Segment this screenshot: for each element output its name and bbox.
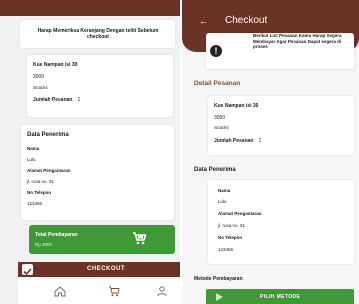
order-item-card: Kue Nampan isi 30 3000 Snacks Jumlah Pes…	[208, 96, 354, 155]
order-item-name: Kue Nampan isi 30	[214, 103, 259, 109]
bottom-nav	[18, 279, 180, 304]
alert-text: Berikut List Pesanan Kamu Harap Segera M…	[253, 33, 342, 49]
checkout-bar[interactable]: CHECKOUT	[18, 262, 180, 277]
recipient-name: Lulu	[27, 157, 36, 162]
cart-icon	[132, 232, 147, 250]
total-payment-card: Total Pembayaran Rp 3000	[29, 225, 175, 254]
warning-icon: !	[210, 45, 222, 57]
detail-title: Detail Pesanan	[194, 80, 241, 87]
order-address-label: Alamat Pengantaran	[218, 211, 262, 216]
payment-title: Metode Pembayaran	[194, 276, 243, 282]
item-price: 3000	[33, 74, 45, 80]
select-all-checkbox[interactable]	[22, 264, 33, 276]
checkout-screen: ← Checkout ! Berikut List Pesanan Kamu H…	[182, 0, 359, 304]
nav-cart-icon[interactable]	[108, 284, 120, 302]
choose-method-label: PILIH METODE	[260, 293, 301, 300]
total-label: Total Pembayaran	[35, 232, 78, 238]
checkout-button[interactable]: CHECKOUT	[87, 266, 125, 273]
order-address: jl. rusa no. 91	[218, 223, 246, 228]
cart-item-card[interactable]: Kue Nampan isi 30 3000 Snacks Jumlah Pes…	[27, 55, 173, 117]
order-phone-label: No Telepon	[218, 235, 243, 240]
item-category: Snacks	[33, 85, 48, 90]
cart-screen: Harap Memeriksa Keranjang Dengan teliti …	[0, 0, 180, 304]
order-phone: 123456	[218, 247, 234, 252]
alert-card: ! Berikut List Pesanan Kamu Harap Segera…	[206, 33, 354, 69]
home-icon[interactable]	[54, 284, 66, 302]
play-icon	[216, 292, 223, 301]
notice-card: Harap Memeriksa Keranjang Dengan teliti …	[20, 20, 175, 48]
order-name: Lulu	[218, 199, 227, 204]
recipient-phone-label: No Telepon	[27, 190, 52, 195]
notice-text: Harap Memeriksa Keranjang Dengan teliti …	[37, 28, 159, 40]
order-qty-value: 1	[258, 138, 262, 144]
back-arrow-icon[interactable]: ←	[199, 16, 208, 26]
total-amount: Rp 3000	[35, 242, 53, 247]
item-quantity: Jumlah Pesanan 1	[33, 97, 80, 103]
order-qty-label: Jumlah Pesanan	[214, 138, 254, 144]
choose-method-button[interactable]: PILIH METODE	[206, 289, 354, 304]
recipient-name-label: Nama	[27, 146, 40, 151]
check-icon	[23, 268, 32, 276]
recipient-card: Data Penerima Nama Lulu Alamat Pengantar…	[21, 125, 174, 220]
recipient-title: Data Penerima	[27, 132, 69, 138]
recipient-address-label: Alamat Pengantaran	[27, 168, 71, 173]
top-bar	[0, 0, 180, 16]
qty-label: Jumlah Pesanan	[33, 97, 73, 103]
account-icon[interactable]	[157, 284, 167, 302]
order-item-category: Snacks	[214, 125, 229, 130]
order-recipient-card: Nama Lulu Alamat Pengantaran jl. rusa no…	[208, 180, 354, 264]
recipient-section-title: Data Penerima	[194, 167, 236, 173]
item-name: Kue Nampan isi 30	[33, 62, 78, 68]
recipient-phone: 123456	[27, 201, 43, 206]
order-item-quantity: Jumlah Pesanan 1	[214, 138, 261, 144]
order-name-label: Nama	[218, 188, 231, 193]
qty-value: 1	[77, 97, 81, 103]
recipient-address: jl. rusa no. 91	[27, 179, 55, 184]
page-title: Checkout	[225, 15, 268, 26]
order-item-price: 3000	[214, 115, 226, 121]
